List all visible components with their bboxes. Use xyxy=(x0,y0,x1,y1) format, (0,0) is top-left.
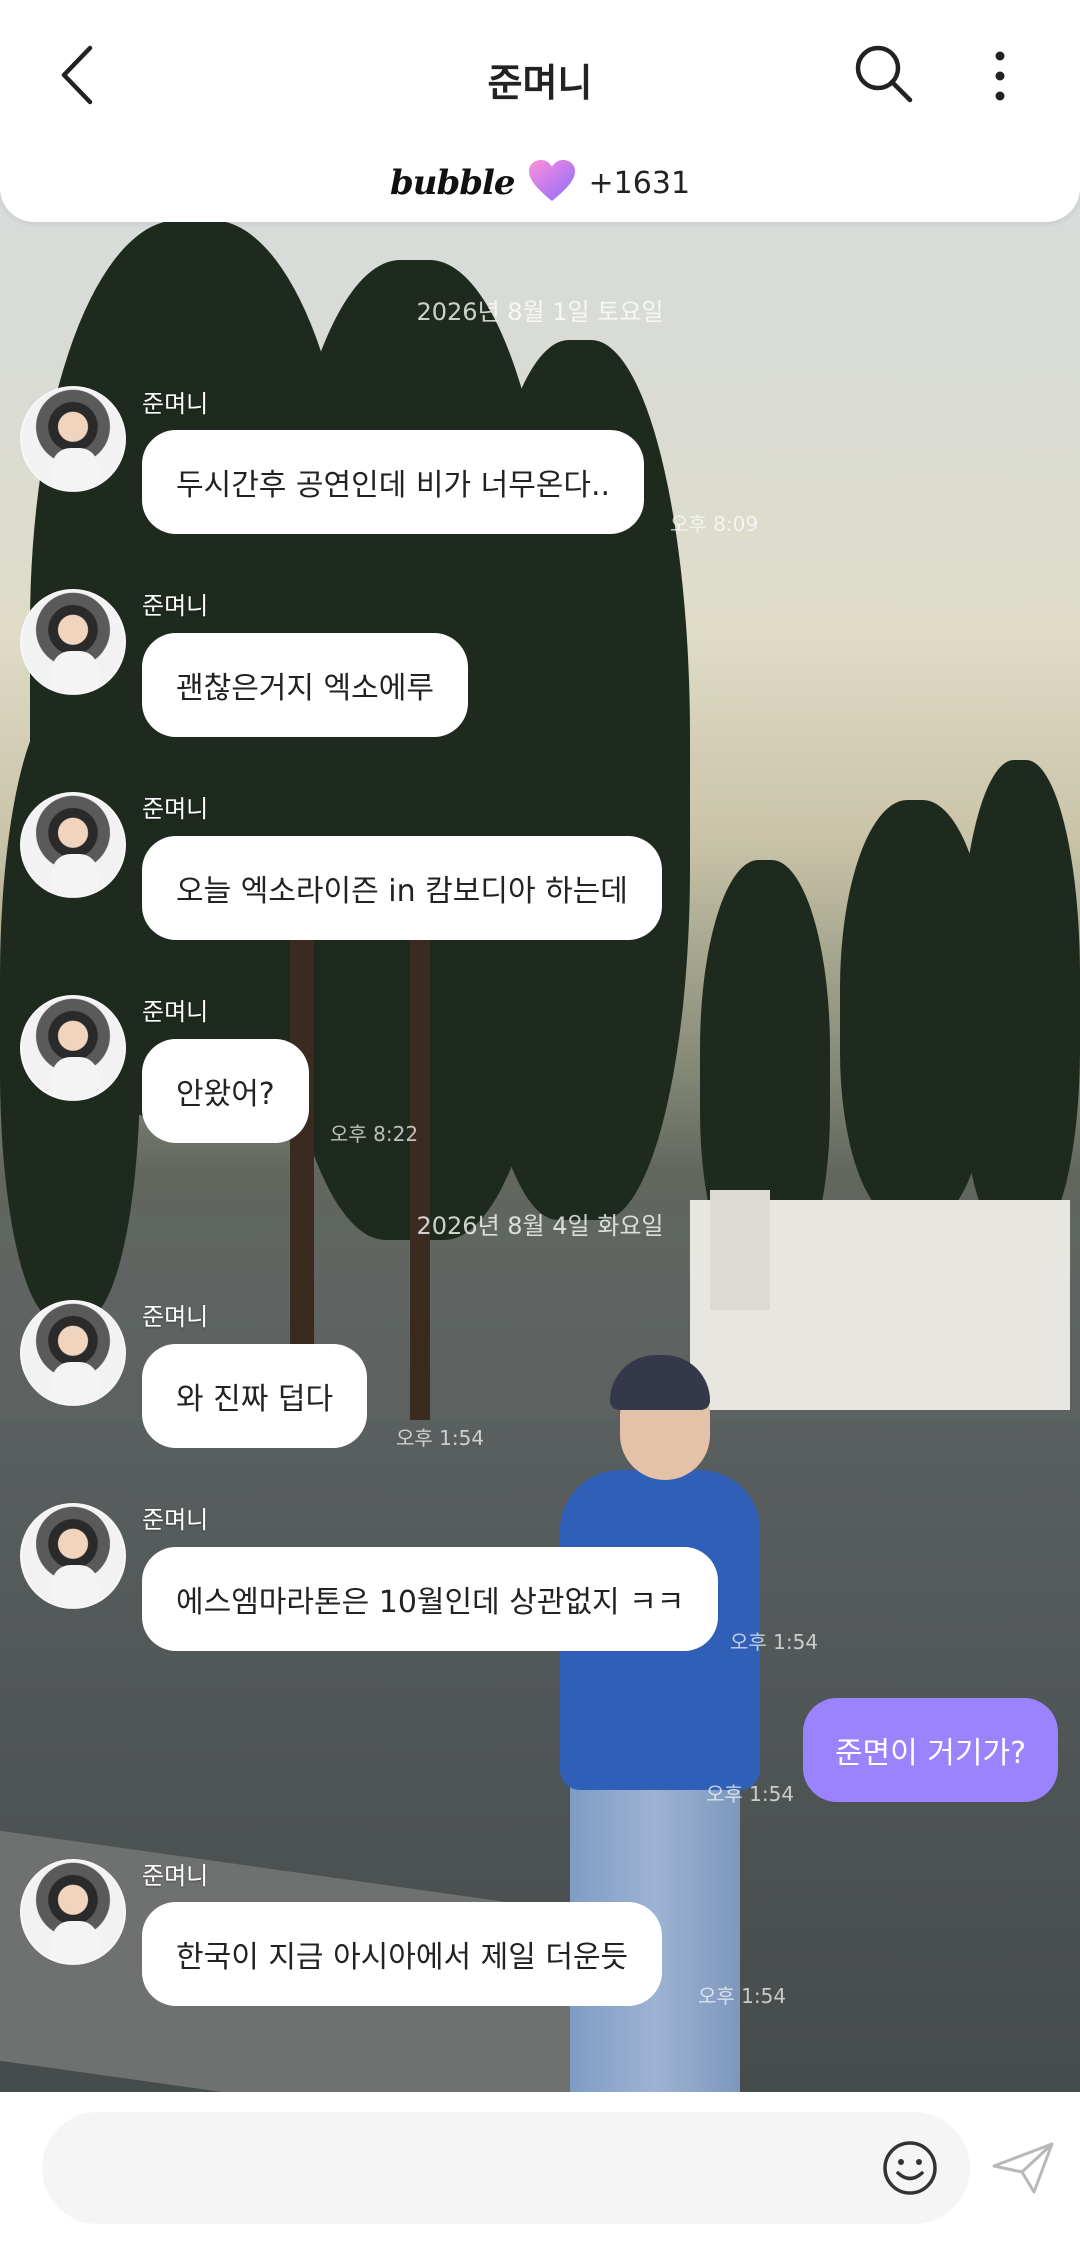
avatar[interactable] xyxy=(20,589,126,695)
message-input-bar xyxy=(0,2092,1080,2241)
message-bubble[interactable]: 오늘 엑소라이즌 in 캄보디아 하는데 xyxy=(142,836,662,940)
date-separator: 2026년 8월 4일 화요일 xyxy=(416,1212,664,1240)
outgoing-message-bubble[interactable]: 준면이 거기가? xyxy=(802,1698,1058,1802)
bubble-count: +1631 xyxy=(588,165,691,201)
message-bubble[interactable]: 두시간후 공연인데 비가 너무온다.. xyxy=(142,430,645,534)
message-time: 오후 1:54 xyxy=(396,1426,485,1450)
sender-name: 준며니 xyxy=(142,795,209,823)
avatar[interactable] xyxy=(20,386,126,492)
heart-icon xyxy=(527,159,577,207)
message-bubble[interactable]: 에스엠마라톤은 10월인데 상관없지 ㅋㅋ xyxy=(142,1547,719,1651)
message-bubble[interactable]: 와 진짜 덥다 xyxy=(142,1344,368,1448)
date-separator: 2026년 8월 1일 토요일 xyxy=(416,298,664,326)
sender-name: 준며니 xyxy=(142,1862,209,1890)
page-title: 준며니 xyxy=(487,61,593,105)
message-time: 오후 1:54 xyxy=(730,1630,819,1654)
send-icon[interactable] xyxy=(990,2140,1056,2196)
avatar[interactable] xyxy=(20,995,126,1101)
bubble-logo: bubble xyxy=(389,163,516,203)
chat-header: 준며니 bubble +1631 xyxy=(0,0,1080,222)
sender-name: 준며니 xyxy=(142,1506,209,1534)
message-bubble[interactable]: 한국이 지금 아시아에서 제일 더운듯 xyxy=(142,1902,663,2006)
sender-name: 준며니 xyxy=(142,998,209,1026)
emoji-icon[interactable] xyxy=(880,2138,940,2198)
message-time: 오후 1:54 xyxy=(706,1782,795,1806)
message-time: 오후 8:22 xyxy=(330,1122,419,1146)
message-time: 오후 1:54 xyxy=(698,1984,787,2008)
sender-name: 준며니 xyxy=(142,592,209,620)
avatar[interactable] xyxy=(20,1859,126,1965)
more-vertical-icon[interactable] xyxy=(985,46,1015,106)
avatar[interactable] xyxy=(20,792,126,898)
message-bubble[interactable]: 괜찮은거지 엑소에루 xyxy=(142,633,468,737)
sender-name: 준며니 xyxy=(142,390,209,418)
search-icon[interactable] xyxy=(852,42,916,106)
avatar[interactable] xyxy=(20,1300,126,1406)
message-input[interactable] xyxy=(42,2112,970,2224)
message-time: 오후 8:09 xyxy=(670,512,759,536)
sender-name: 준며니 xyxy=(142,1303,209,1331)
message-bubble[interactable]: 안왔어? xyxy=(142,1039,309,1143)
avatar[interactable] xyxy=(20,1503,126,1609)
bubble-status[interactable]: bubble +1631 xyxy=(0,158,1080,208)
